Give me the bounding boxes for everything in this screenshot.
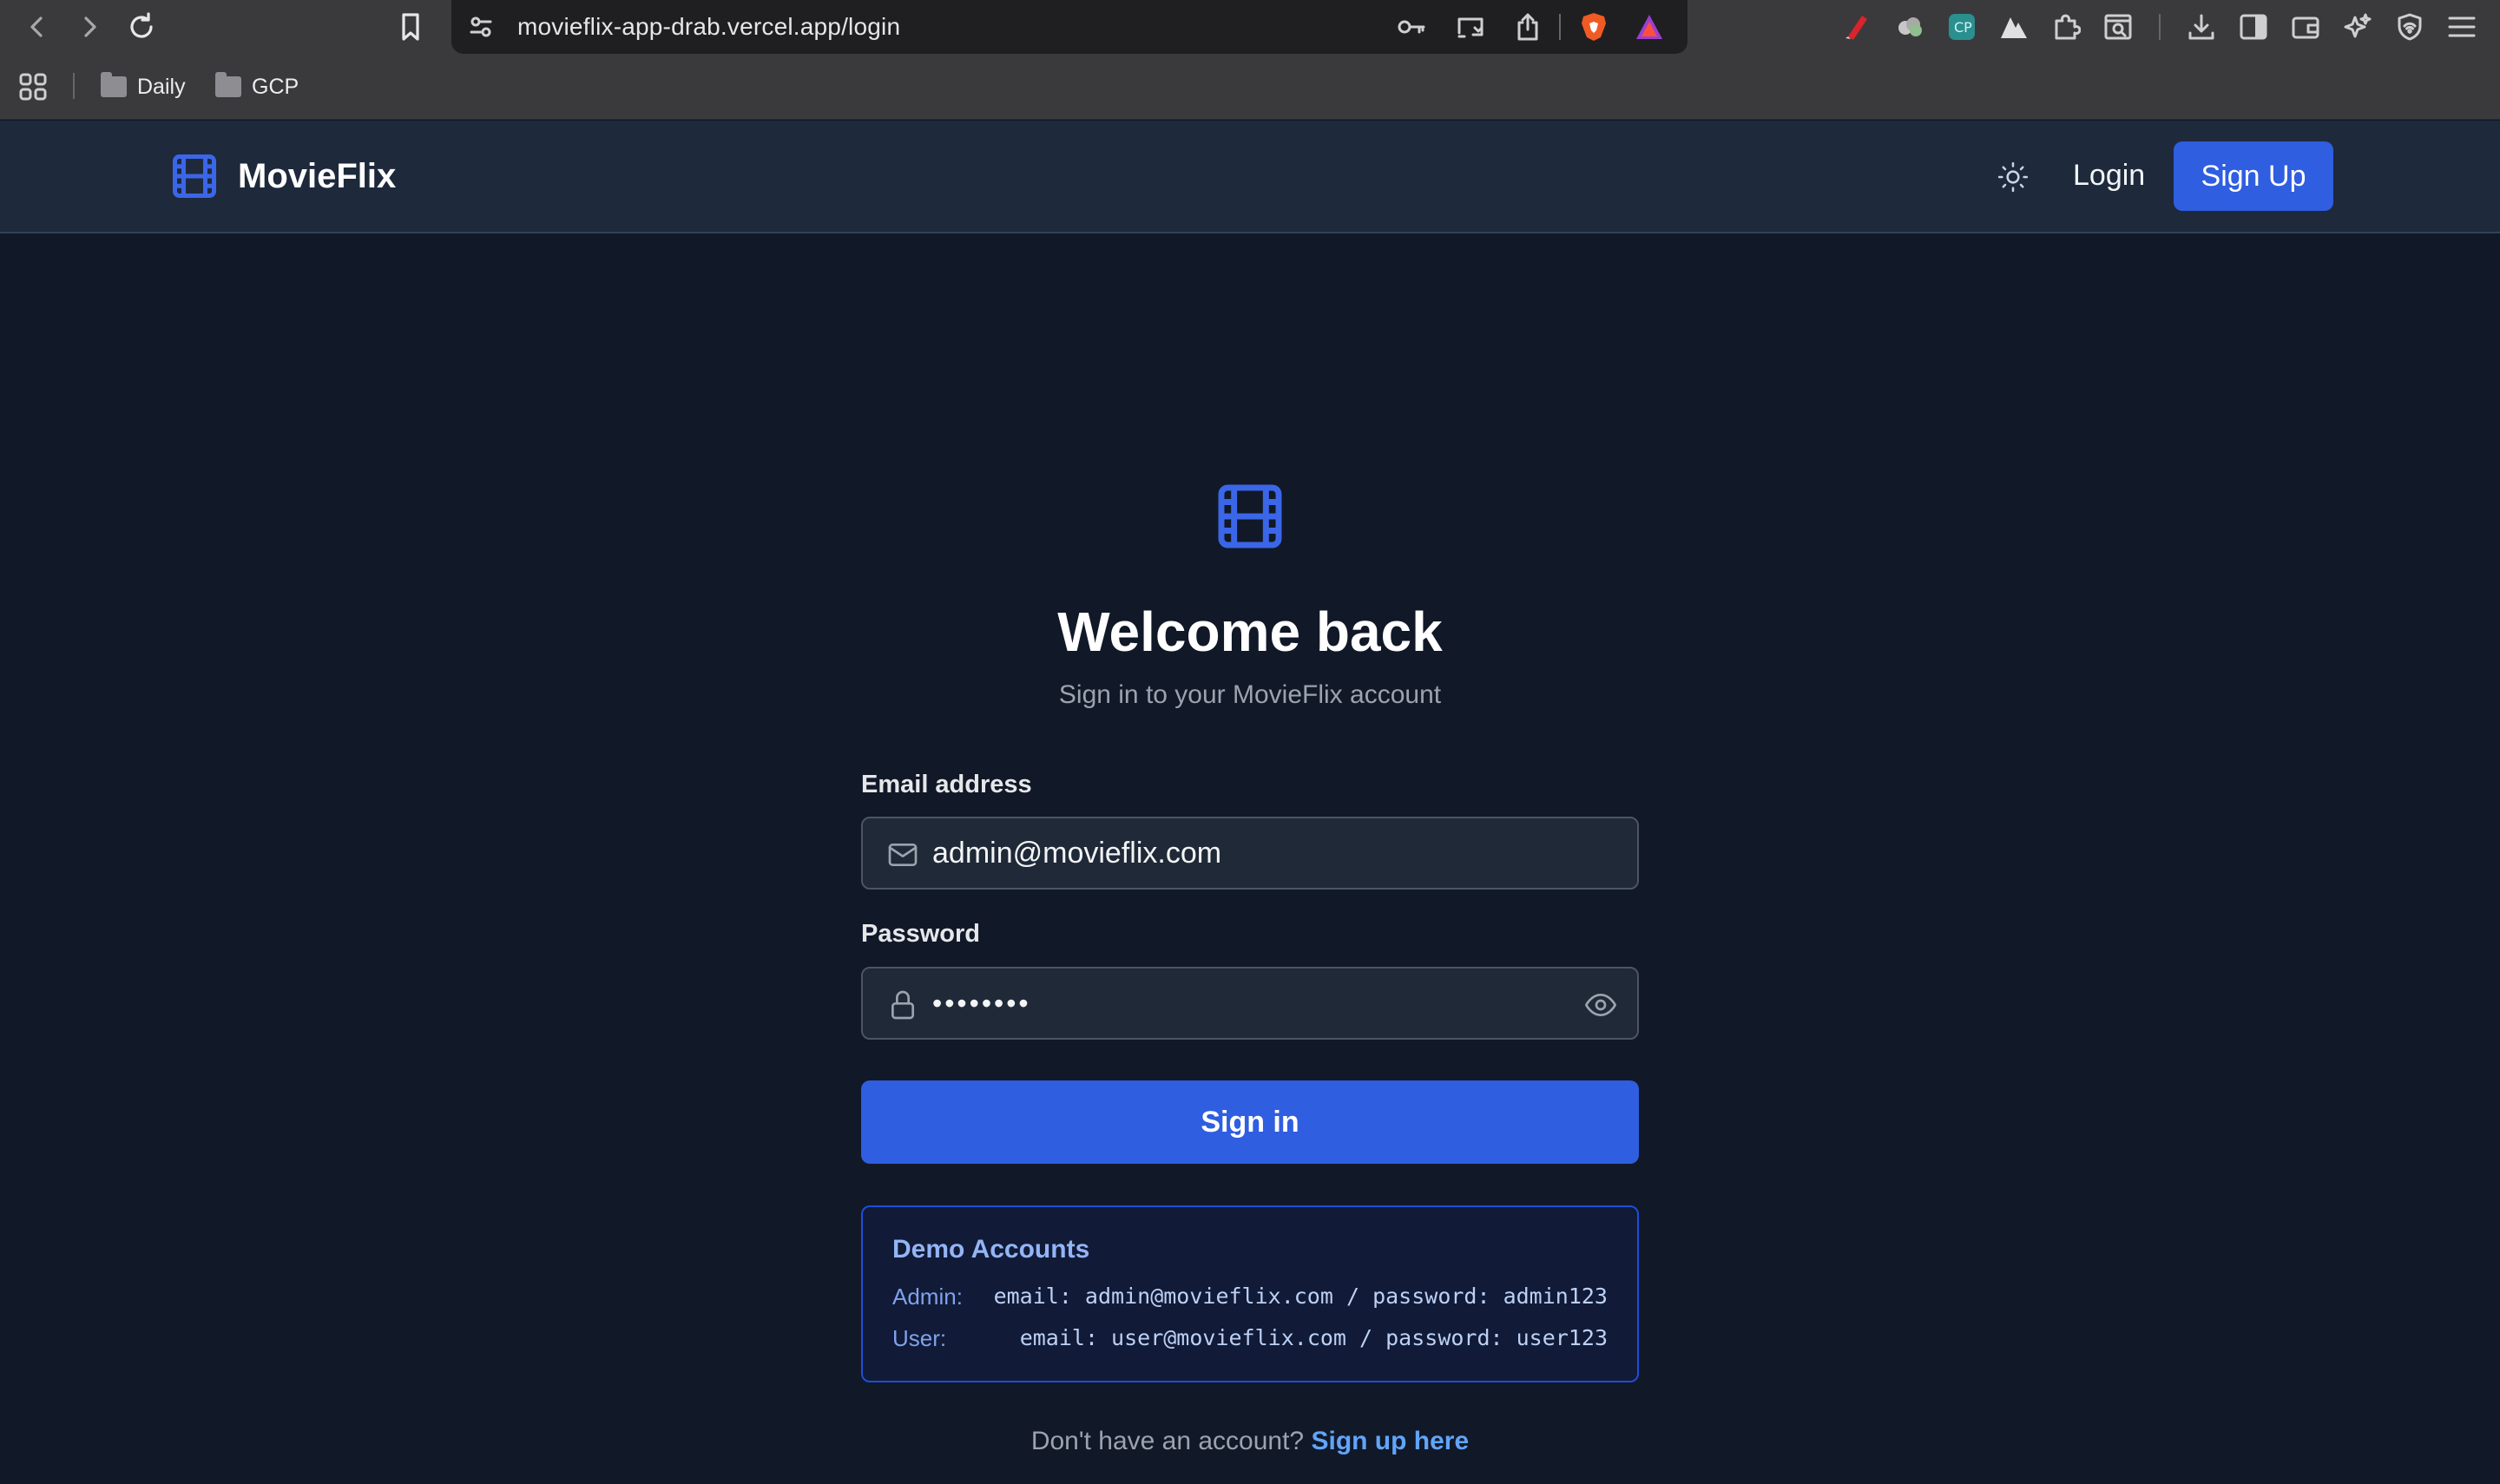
sun-icon xyxy=(1997,161,2029,193)
password-label: Password xyxy=(861,920,980,948)
wallet-icon[interactable] xyxy=(2288,10,2323,44)
color-picker-extension-icon[interactable]: CP xyxy=(1944,10,1979,44)
forward-icon xyxy=(84,16,96,37)
browser-toolbar: movieflix-app-drab.vercel.app/login CP xyxy=(0,0,2500,54)
signup-link[interactable]: Sign up here xyxy=(1311,1427,1469,1455)
demo-account-role: User: xyxy=(892,1325,947,1351)
svg-text:CP: CP xyxy=(1954,19,1972,36)
brave-shields-icon[interactable] xyxy=(1576,10,1611,44)
brand-link[interactable]: MovieFlix xyxy=(168,150,396,202)
email-field[interactable]: admin@movieflix.com xyxy=(861,817,1639,890)
password-field[interactable]: •••••••• xyxy=(861,967,1639,1040)
demo-account-row: Admin: email: admin@movieflix.com / pass… xyxy=(892,1284,1608,1313)
menu-icon[interactable] xyxy=(2444,10,2479,44)
url-text[interactable]: movieflix-app-drab.vercel.app/login xyxy=(517,13,900,41)
film-icon xyxy=(1212,478,1288,559)
demo-account-role: Admin: xyxy=(892,1284,963,1310)
leo-ai-icon[interactable] xyxy=(2340,10,2375,44)
mountain-extension-icon[interactable] xyxy=(1997,10,2031,44)
password-input[interactable]: •••••••• xyxy=(932,969,1592,1038)
bookmark-button[interactable] xyxy=(391,7,431,47)
reader-view-icon[interactable] xyxy=(2101,10,2135,44)
demo-account-credentials: email: user@movieflix.com / password: us… xyxy=(1019,1325,1608,1350)
share-icon[interactable] xyxy=(1510,10,1545,44)
page-title: Welcome back xyxy=(1057,601,1443,663)
signup-prompt: Don't have an account? Sign up here xyxy=(0,1427,2500,1456)
page-subtitle: Sign in to your MovieFlix account xyxy=(1058,680,1442,709)
brave-rewards-icon[interactable] xyxy=(1632,10,1667,44)
bookmark-folder-gcp[interactable]: GCP xyxy=(215,72,299,101)
vpn-shield-icon[interactable] xyxy=(2392,10,2427,44)
app-navbar: MovieFlix Login Sign Up xyxy=(0,121,2500,233)
mail-icon xyxy=(884,836,922,874)
bookmark-folder-daily[interactable]: Daily xyxy=(101,72,186,101)
address-bar[interactable]: movieflix-app-drab.vercel.app/login xyxy=(451,0,1688,54)
theme-toggle-button[interactable] xyxy=(1993,157,2033,197)
folder-icon xyxy=(101,72,127,97)
demo-accounts-title: Demo Accounts xyxy=(892,1235,1090,1264)
toolbar-divider xyxy=(1559,14,1561,40)
back-button[interactable] xyxy=(17,7,57,47)
cloud-extension-icon[interactable] xyxy=(1892,10,1927,44)
bookmark-label: Daily xyxy=(137,74,186,99)
eye-icon[interactable] xyxy=(1582,986,1620,1024)
demo-account-row: User: email: user@movieflix.com / passwo… xyxy=(892,1325,1608,1355)
apps-grid-icon[interactable] xyxy=(16,69,50,104)
highlighter-extension-icon[interactable] xyxy=(1839,10,1873,44)
email-input[interactable]: admin@movieflix.com xyxy=(932,818,1592,888)
bookmarks-divider xyxy=(73,73,75,99)
reload-button[interactable] xyxy=(122,7,161,47)
folder-icon xyxy=(215,72,241,97)
extensions-divider xyxy=(2159,14,2161,40)
sign-in-button[interactable]: Sign in xyxy=(861,1080,1639,1164)
sidebar-toggle-icon[interactable] xyxy=(2236,10,2271,44)
demo-account-credentials: email: admin@movieflix.com / password: a… xyxy=(993,1284,1608,1309)
password-key-icon[interactable] xyxy=(1394,10,1429,44)
downloads-icon[interactable] xyxy=(2184,10,2219,44)
extensions-puzzle-icon[interactable] xyxy=(2049,10,2083,44)
lock-icon xyxy=(884,986,922,1024)
login-link[interactable]: Login xyxy=(2073,159,2145,193)
reload-icon xyxy=(130,12,153,38)
demo-accounts-panel: Demo Accounts Admin: email: admin@movief… xyxy=(861,1205,1639,1382)
back-icon xyxy=(30,16,43,37)
bookmark-label: GCP xyxy=(252,74,299,99)
signup-button[interactable]: Sign Up xyxy=(2174,141,2333,211)
bookmarks-bar: Daily GCP xyxy=(0,54,2500,120)
film-icon xyxy=(173,154,216,198)
signup-prompt-text: Don't have an account? xyxy=(1030,1427,1305,1455)
brand-name: MovieFlix xyxy=(238,156,397,195)
login-page: Welcome back Sign in to your MovieFlix a… xyxy=(0,235,2500,1484)
cast-icon[interactable] xyxy=(1453,10,1488,44)
site-settings-icon[interactable] xyxy=(464,10,498,44)
email-label: Email address xyxy=(861,771,1032,798)
forward-button[interactable] xyxy=(69,7,109,47)
bookmark-icon xyxy=(402,13,419,41)
